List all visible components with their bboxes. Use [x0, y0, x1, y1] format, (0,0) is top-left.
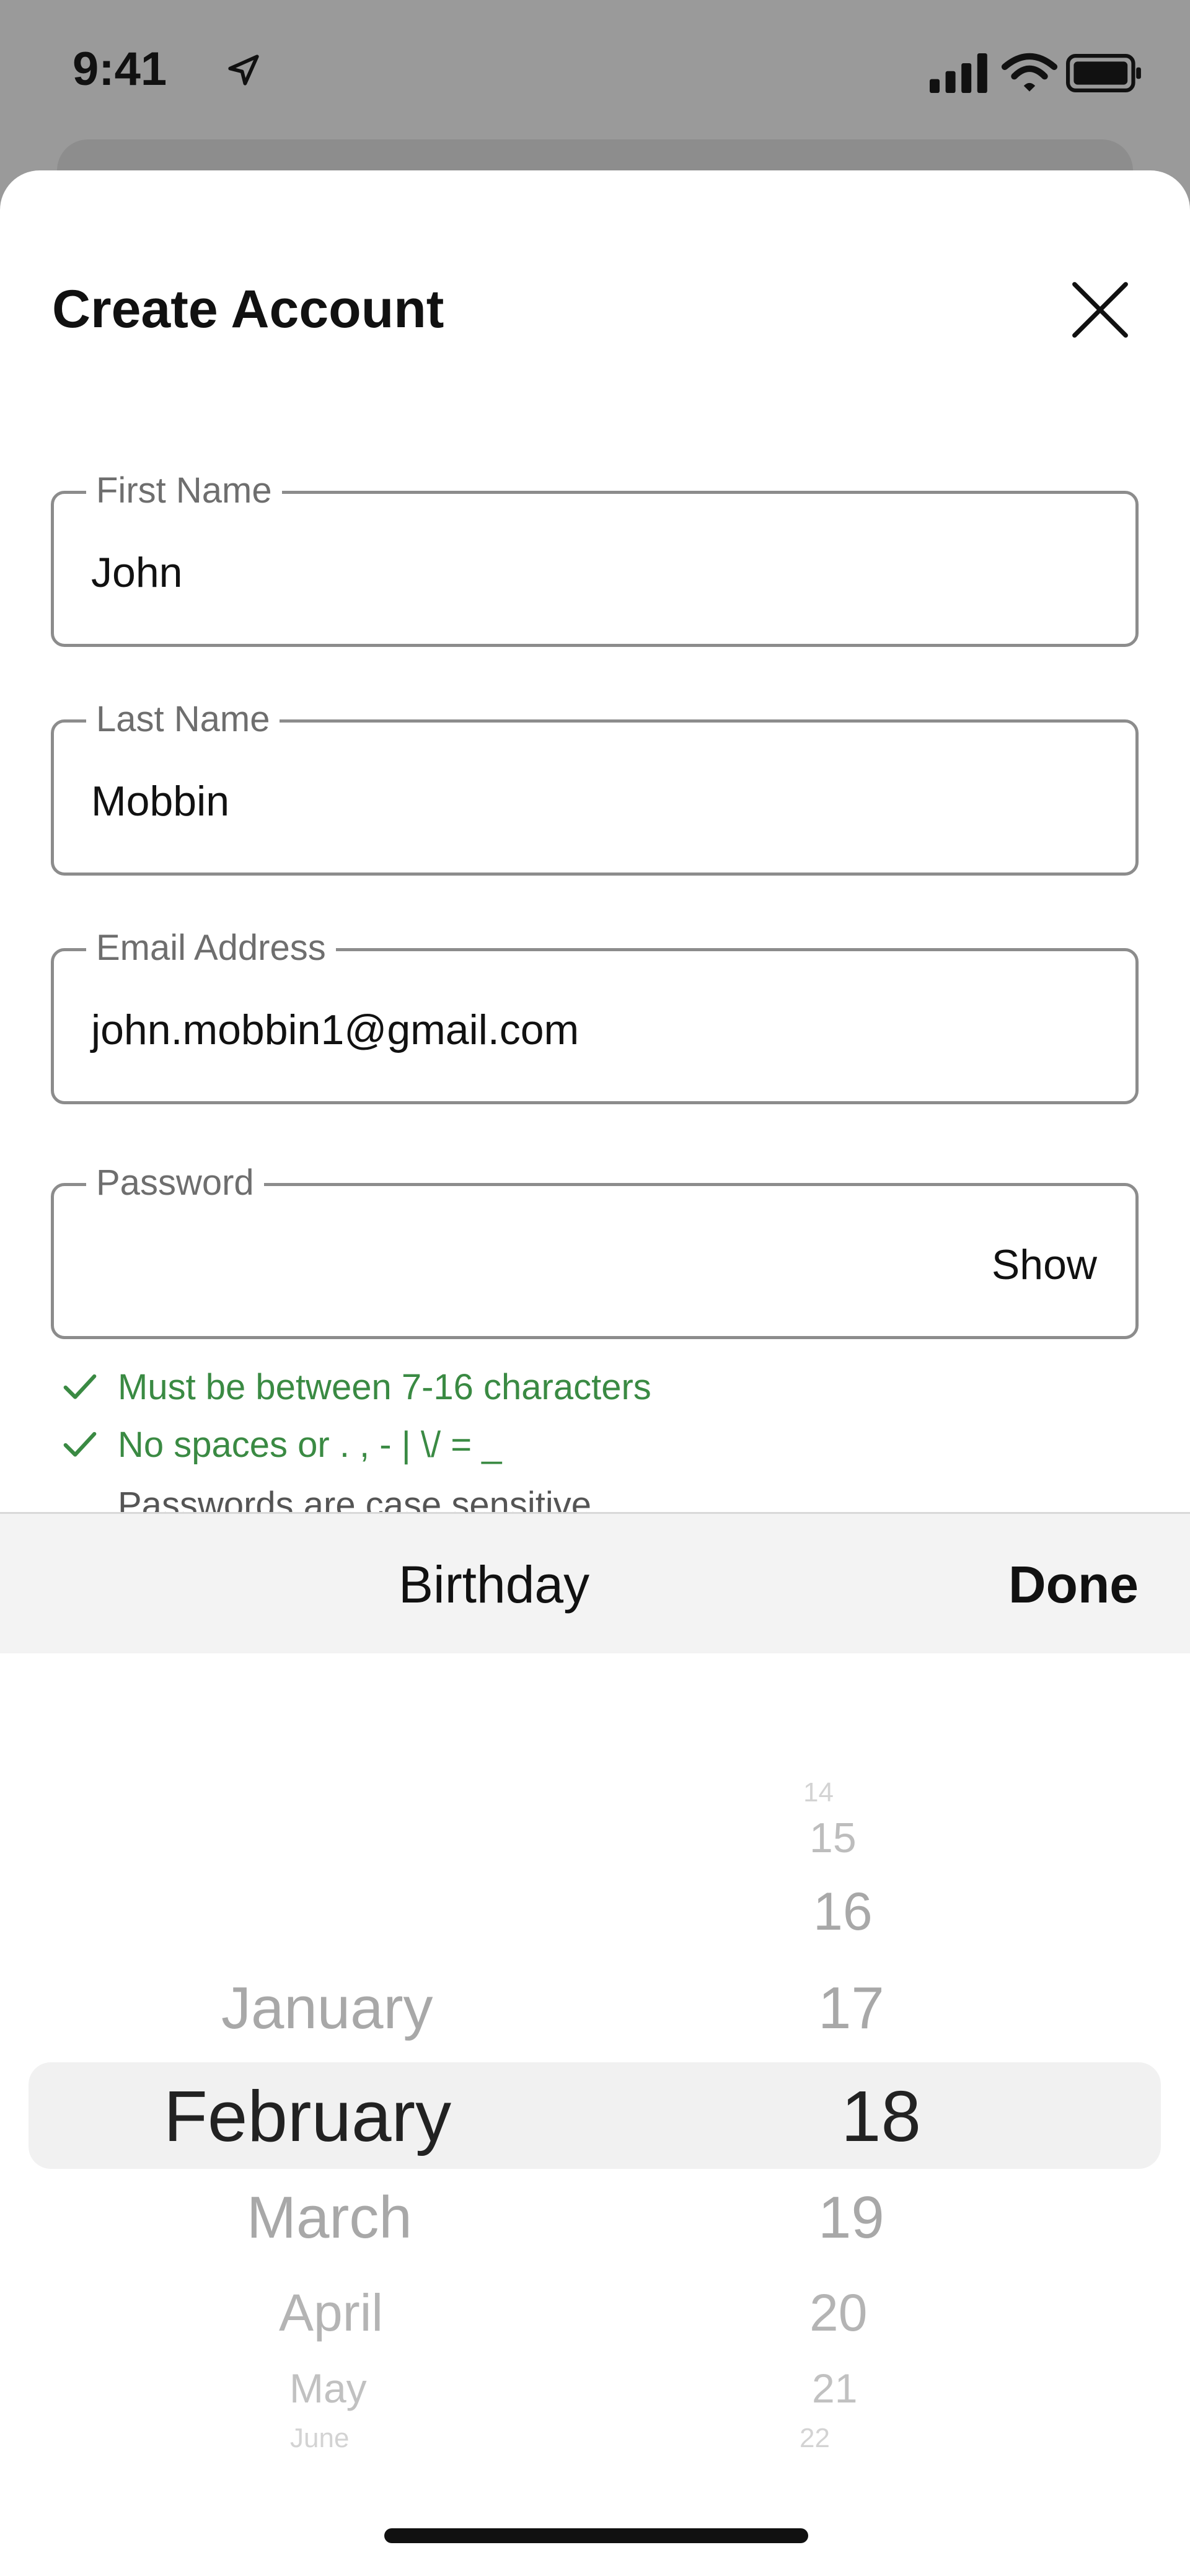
day-option[interactable]: 14	[803, 1777, 834, 1808]
sheet-title: Create Account	[52, 279, 444, 339]
first-name-value: John	[91, 549, 183, 596]
picker-title: Birthday	[399, 1555, 590, 1614]
show-password-button[interactable]: Show	[992, 1241, 1097, 1289]
day-option[interactable]: 20	[809, 2283, 867, 2343]
month-option[interactable]: May	[289, 2365, 367, 2412]
password-rule-characters-text: No spaces or . , - | \/ = _	[118, 1425, 502, 1465]
password-label: Password	[86, 1161, 264, 1205]
status-time: 9:41	[73, 43, 167, 95]
done-button[interactable]: Done	[1008, 1555, 1139, 1615]
month-option[interactable]: June	[290, 2423, 349, 2454]
day-option[interactable]: 19	[818, 2184, 884, 2252]
email-value: john.mobbin1@gmail.com	[91, 1006, 580, 1053]
month-option[interactable]: March	[247, 2184, 412, 2252]
last-name-value: Mobbin	[91, 778, 230, 825]
day-option[interactable]: 21	[812, 2365, 857, 2412]
first-name-label: First Name	[86, 469, 282, 512]
day-option[interactable]: 22	[800, 2423, 830, 2454]
check-icon	[63, 1374, 97, 1399]
email-field[interactable]: Email Address john.mobbin1@gmail.com	[51, 926, 1139, 1104]
signal-icon	[930, 53, 987, 93]
last-name-label: Last Name	[86, 698, 280, 741]
last-name-field[interactable]: Last Name Mobbin	[51, 698, 1139, 876]
month-option-selected[interactable]: February	[164, 2075, 451, 2158]
password-rule-characters: No spaces or . , - | \/ = _	[61, 1424, 501, 1466]
day-option[interactable]: 17	[818, 1974, 884, 2042]
birthday-picker[interactable]: January February March April May June 14…	[0, 1653, 1190, 2459]
battery-icon	[1066, 54, 1141, 92]
password-field[interactable]: Password Show	[51, 1161, 1139, 1339]
location-icon	[228, 55, 259, 86]
close-icon[interactable]	[1066, 276, 1134, 344]
day-option[interactable]: 16	[813, 1881, 873, 1943]
month-option[interactable]: April	[279, 2283, 383, 2343]
picker-toolbar: Birthday Done	[0, 1512, 1190, 1655]
wifi-icon	[1001, 53, 1058, 92]
email-label: Email Address	[86, 926, 336, 970]
status-bar: 9:41	[0, 0, 1190, 149]
password-rule-length-text: Must be between 7-16 characters	[118, 1367, 651, 1407]
first-name-field[interactable]: First Name John	[51, 469, 1139, 647]
month-option[interactable]: January	[221, 1974, 433, 2042]
home-indicator	[384, 2528, 808, 2543]
password-rule-length: Must be between 7-16 characters	[61, 1366, 651, 1408]
day-option-selected[interactable]: 18	[841, 2075, 921, 2158]
day-option[interactable]: 15	[809, 1814, 857, 1862]
check-icon	[63, 1431, 97, 1457]
